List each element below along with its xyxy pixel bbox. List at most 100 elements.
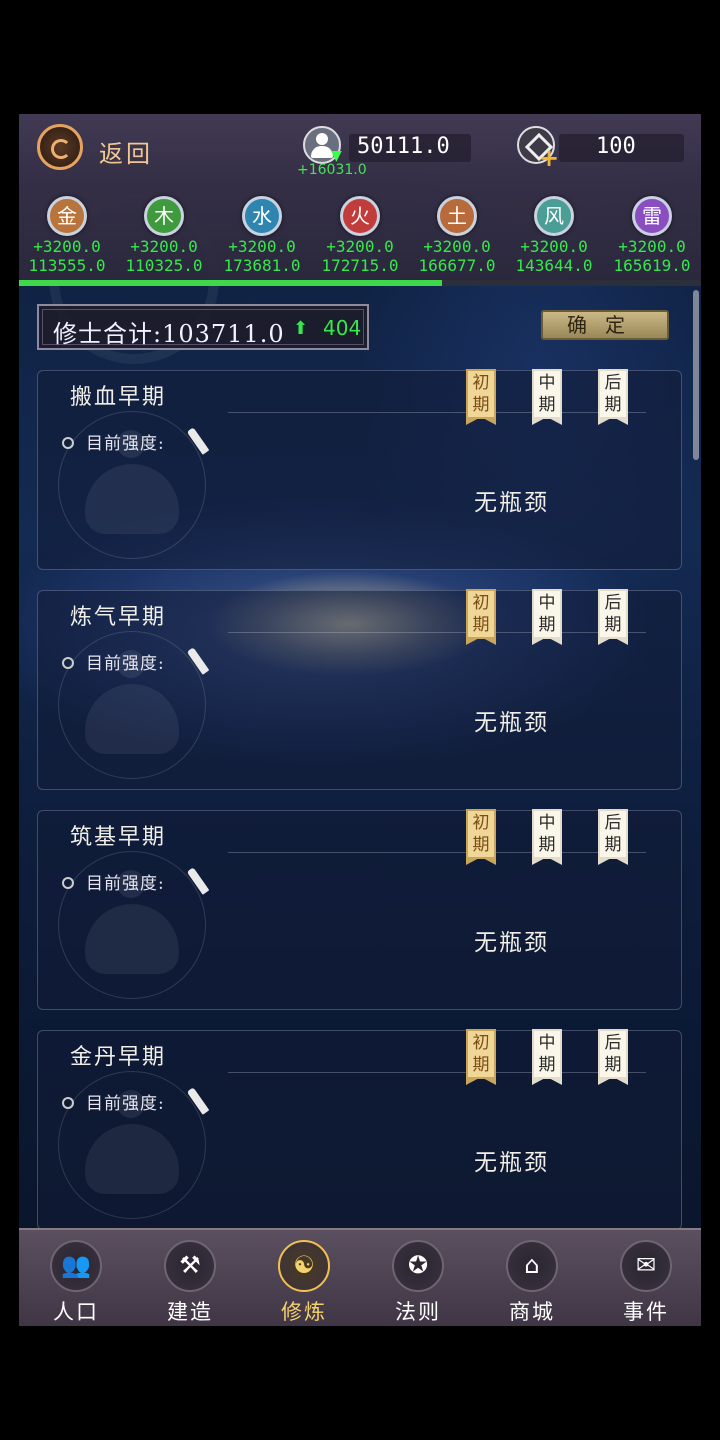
game-screen: 返回 ▼ 50111.0 +16031.0 + 100 金 +3200.0 11… (19, 114, 701, 1326)
element-gain: +3200.0 (33, 237, 101, 256)
element-water[interactable]: 水 +3200.0 173681.0 (214, 182, 310, 276)
stage-early-tab[interactable]: 初期 (466, 1029, 496, 1085)
event-book-icon: ✉ (620, 1240, 672, 1292)
confirm-button[interactable]: 确定 (541, 310, 669, 340)
stage-early-tab[interactable]: 初期 (466, 809, 496, 865)
increase-arrow-icon: ⬆ (293, 318, 309, 339)
stage-mid-tab[interactable]: 中期 (532, 1029, 562, 1085)
metal-element-icon: 金 (47, 196, 87, 236)
stage-label: 初期 (472, 373, 490, 415)
element-thunder[interactable]: 雷 +3200.0 165619.0 (604, 182, 700, 276)
nav-rules[interactable]: ✪ 法则 (361, 1230, 475, 1326)
nav-population[interactable]: 👥 人口 (19, 1230, 133, 1326)
element-gain: +3200.0 (520, 237, 588, 256)
strength-label: 目前强度: (86, 434, 165, 454)
stage-early-tab[interactable]: 初期 (466, 369, 496, 425)
bullet-icon (62, 657, 74, 669)
nav-label: 商城 (509, 1300, 555, 1324)
divider (228, 632, 646, 633)
stage-label: 初期 (472, 593, 490, 635)
realm-title: 筑基早期 (70, 825, 167, 850)
element-total: 173681.0 (223, 256, 301, 275)
realm-panel: 搬血早期 初期 中期 后期 目前强度: 无瓶颈 (37, 369, 682, 570)
element-total: 113555.0 (28, 256, 106, 275)
shop-icon: ⌂ (506, 1240, 558, 1292)
bottom-navigation: 👥 人口 ⚒ 建造 ☯ 修炼 ✪ 法则 ⌂ 商城 ✉ 事件 (19, 1228, 701, 1326)
hammer-wrench-icon: ⚒ (164, 1240, 216, 1292)
stage-late-tab[interactable]: 后期 (598, 1029, 628, 1085)
bottleneck-status: 无瓶颈 (474, 1150, 549, 1176)
nav-label: 法则 (395, 1300, 441, 1324)
element-total: 110325.0 (125, 256, 203, 275)
divider (228, 852, 646, 853)
stage-label: 后期 (604, 373, 622, 415)
add-gem-icon[interactable]: + (539, 144, 559, 172)
element-total: 143644.0 (515, 256, 593, 275)
stage-late-tab[interactable]: 后期 (598, 809, 628, 865)
nav-events[interactable]: ✉ 事件 (589, 1230, 701, 1326)
stage-mid-tab[interactable]: 中期 (532, 589, 562, 645)
gems-value: 100 (596, 134, 636, 159)
divider (228, 412, 646, 413)
bullet-icon (62, 437, 74, 449)
wood-element-icon: 木 (144, 196, 184, 236)
element-gain: +3200.0 (130, 237, 198, 256)
strength-label: 目前强度: (86, 654, 165, 674)
nav-label: 修炼 (281, 1300, 327, 1324)
element-total: 172715.0 (321, 256, 399, 275)
stage-late-tab[interactable]: 后期 (598, 589, 628, 645)
population-value: 50111.0 (357, 134, 450, 159)
nav-shop[interactable]: ⌂ 商城 (475, 1230, 589, 1326)
stage-early-tab[interactable]: 初期 (466, 589, 496, 645)
population-gain: +16031.0 (297, 162, 367, 178)
thunder-element-icon: 雷 (632, 196, 672, 236)
cultivator-total: 修士合计:103711.0 (53, 320, 285, 348)
scrollbar[interactable] (693, 290, 699, 460)
strength-label: 目前强度: (86, 874, 165, 894)
realm-title: 搬血早期 (70, 385, 167, 410)
earth-element-icon: 土 (437, 196, 477, 236)
stage-label: 中期 (538, 593, 556, 635)
cultivator-increase: 404 (323, 316, 362, 340)
realm-panel: 筑基早期 初期 中期 后期 目前强度: 无瓶颈 (37, 809, 682, 1010)
stage-label: 后期 (604, 1033, 622, 1075)
element-total: 165619.0 (613, 256, 691, 275)
people-icon: 👥 (50, 1240, 102, 1292)
bullet-icon (62, 1097, 74, 1109)
element-gain: +3200.0 (423, 237, 491, 256)
realm-title: 炼气早期 (70, 605, 167, 630)
stage-label: 中期 (538, 373, 556, 415)
element-gain: +3200.0 (228, 237, 296, 256)
nav-label: 人口 (53, 1300, 99, 1324)
realm-panel: 金丹早期 初期 中期 后期 目前强度: 无瓶颈 (37, 1029, 682, 1230)
stage-label: 后期 (604, 593, 622, 635)
element-metal[interactable]: 金 +3200.0 113555.0 (19, 182, 115, 276)
element-gain: +3200.0 (618, 237, 686, 256)
element-wood[interactable]: 木 +3200.0 110325.0 (116, 182, 212, 276)
stage-mid-tab[interactable]: 中期 (532, 809, 562, 865)
stage-label: 中期 (538, 1033, 556, 1075)
nav-cultivate[interactable]: ☯ 修炼 (247, 1230, 361, 1326)
stage-label: 后期 (604, 813, 622, 855)
divider (228, 1072, 646, 1073)
element-wind[interactable]: 风 +3200.0 143644.0 (506, 182, 602, 276)
strength-label: 目前强度: (86, 1094, 165, 1114)
realm-panel: 炼气早期 初期 中期 后期 目前强度: 无瓶颈 (37, 589, 682, 790)
stage-late-tab[interactable]: 后期 (598, 369, 628, 425)
stage-mid-tab[interactable]: 中期 (532, 369, 562, 425)
progress-bar (19, 280, 701, 286)
meditation-icon: ☯ (278, 1240, 330, 1292)
back-button[interactable]: 返回 (37, 124, 177, 174)
nav-label: 事件 (623, 1300, 669, 1324)
stage-label: 中期 (538, 813, 556, 855)
fire-element-icon: 火 (340, 196, 380, 236)
element-earth[interactable]: 土 +3200.0 166677.0 (409, 182, 505, 276)
back-icon (37, 124, 83, 170)
element-resources: 金 +3200.0 113555.0 木 +3200.0 110325.0 水 … (19, 182, 701, 280)
bottleneck-status: 无瓶颈 (474, 490, 549, 516)
nav-build[interactable]: ⚒ 建造 (133, 1230, 247, 1326)
stage-label: 初期 (472, 813, 490, 855)
progress-fill (19, 280, 442, 286)
bottleneck-status: 无瓶颈 (474, 710, 549, 736)
element-fire[interactable]: 火 +3200.0 172715.0 (312, 182, 408, 276)
